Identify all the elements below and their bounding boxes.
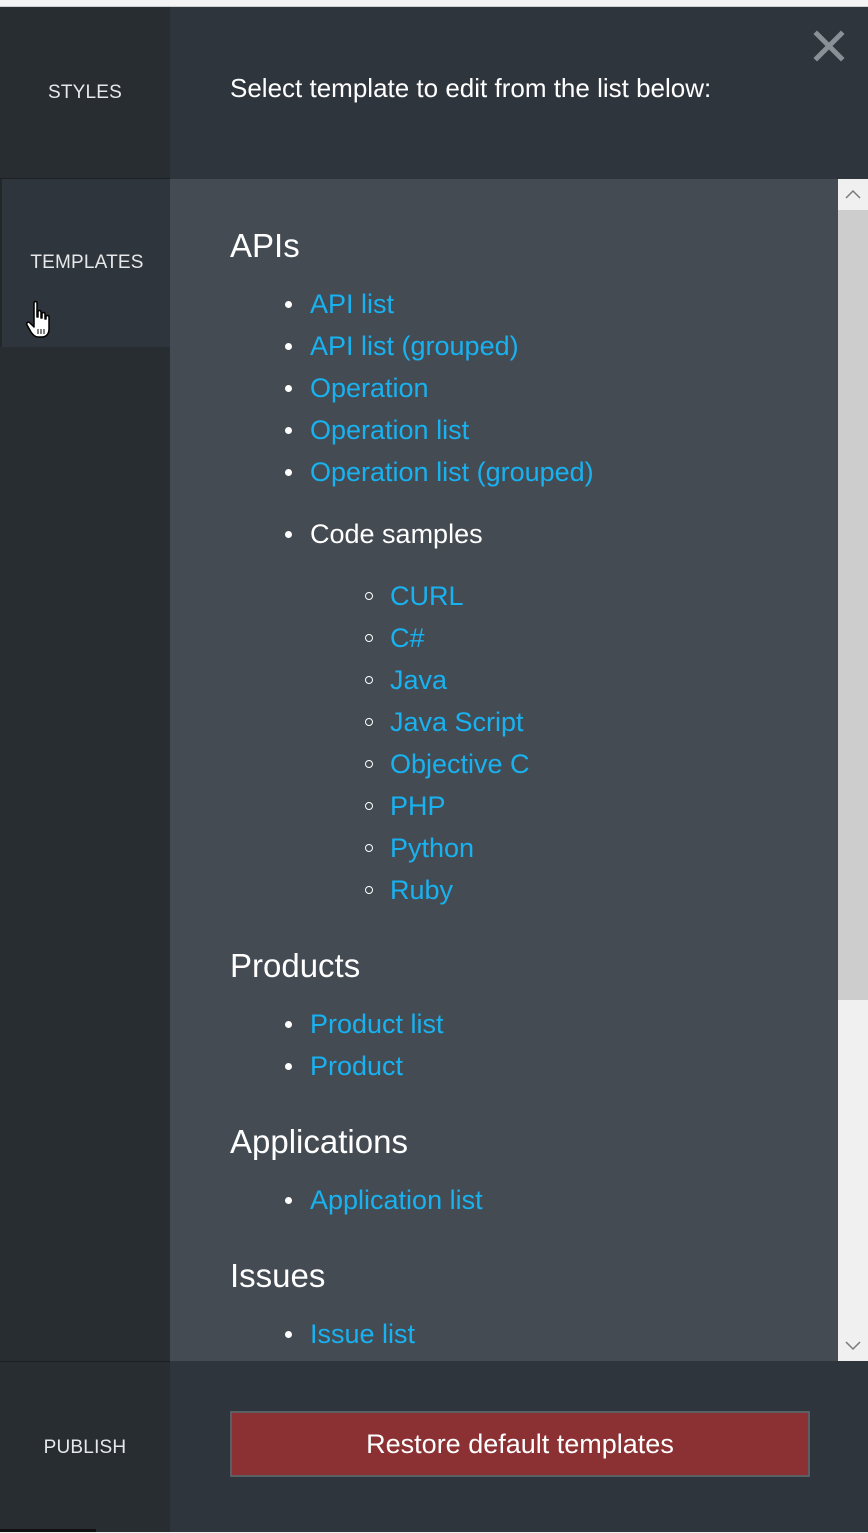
list-item: Issue list [310, 1317, 415, 1351]
template-link-product-list[interactable]: Product list [310, 1009, 444, 1039]
section-heading-applications: Applications [230, 1123, 408, 1160]
section-heading-issues: Issues [230, 1257, 326, 1294]
bullet [285, 427, 292, 434]
sidebar-item-styles-label: STYLES [47, 81, 123, 103]
scrollbar-thumb[interactable] [838, 210, 868, 1000]
list-item: Objective C [390, 747, 530, 781]
scroll-up-arrow-icon[interactable] [838, 179, 868, 209]
bullet [285, 301, 292, 308]
sidebar-item-styles[interactable]: STYLES [0, 7, 170, 179]
page-title: Select template to edit from the list be… [230, 73, 712, 103]
template-list-panel: APIs API list API list (grouped) Operati… [170, 179, 838, 1361]
template-link-application-list[interactable]: Application list [310, 1185, 483, 1215]
sidebar-item-publish[interactable]: PUBLISH [0, 1361, 170, 1533]
bullet [285, 1021, 292, 1028]
vertical-scrollbar[interactable] [838, 179, 868, 1361]
sidebar-item-publish-label: PUBLISH [43, 1436, 127, 1458]
code-samples-label: Code samples [310, 519, 483, 549]
template-link-operation-list[interactable]: Operation list [310, 415, 469, 445]
code-sample-link-python[interactable]: Python [390, 833, 474, 863]
close-icon[interactable] [810, 27, 848, 65]
list-item: Product [310, 1049, 403, 1083]
bullet [285, 1197, 292, 1204]
sub-bullet [365, 802, 373, 810]
list-item: Ruby [390, 873, 453, 907]
template-link-product[interactable]: Product [310, 1051, 403, 1081]
list-item: Java [390, 663, 447, 697]
panel-header: Select template to edit from the list be… [170, 7, 868, 179]
sub-bullet [365, 634, 373, 642]
bullet [285, 469, 292, 476]
bullet [285, 1063, 292, 1070]
sub-bullet [365, 718, 373, 726]
list-item: Operation list [310, 413, 469, 447]
code-sample-link-php[interactable]: PHP [390, 791, 446, 821]
template-link-issue-list[interactable]: Issue list [310, 1319, 415, 1349]
scroll-down-arrow-icon[interactable] [838, 1331, 868, 1361]
sidebar-item-templates[interactable]: TEMPLATES [0, 179, 172, 347]
sub-bullet [365, 844, 373, 852]
sidebar: STYLES TEMPLATES PUBLISH [0, 7, 172, 1533]
list-item: Python [390, 831, 474, 865]
bullet [285, 531, 292, 538]
template-link-api-list[interactable]: API list [310, 289, 394, 319]
bullet [285, 343, 292, 350]
list-item: Operation list (grouped) [310, 455, 594, 489]
list-item: C# [390, 621, 425, 655]
window-top-edge [0, 0, 868, 7]
sub-bullet [365, 592, 373, 600]
code-sample-link-java[interactable]: Java [390, 665, 447, 695]
code-sample-link-csharp[interactable]: C# [390, 623, 425, 653]
bullet [285, 385, 292, 392]
sidebar-item-templates-label: TEMPLATES [30, 252, 144, 273]
list-item: Java Script [390, 705, 524, 739]
list-item: CURL [390, 579, 464, 613]
restore-default-templates-button[interactable]: Restore default templates [230, 1411, 810, 1477]
section-heading-apis: APIs [230, 227, 300, 264]
panel-footer: Restore default templates [170, 1361, 868, 1532]
list-item: Application list [310, 1183, 483, 1217]
sub-bullet [365, 886, 373, 894]
list-item: API list (grouped) [310, 329, 519, 363]
code-sample-link-curl[interactable]: CURL [390, 581, 464, 611]
list-item: PHP [390, 789, 446, 823]
sub-bullet [365, 760, 373, 768]
list-item: API list [310, 287, 394, 321]
section-heading-products: Products [230, 947, 361, 984]
list-item: Operation [310, 371, 429, 405]
template-link-api-list-grouped[interactable]: API list (grouped) [310, 331, 519, 361]
template-link-operation[interactable]: Operation [310, 373, 429, 403]
code-sample-link-ruby[interactable]: Ruby [390, 875, 453, 905]
hand-cursor-icon [26, 300, 50, 338]
code-sample-link-objective-c[interactable]: Objective C [390, 749, 530, 779]
code-sample-link-javascript[interactable]: Java Script [390, 707, 524, 737]
bullet [285, 1331, 292, 1338]
sub-bullet [365, 676, 373, 684]
template-link-operation-list-grouped[interactable]: Operation list (grouped) [310, 457, 594, 487]
list-item: Product list [310, 1007, 444, 1041]
list-item: Code samples [310, 517, 483, 551]
